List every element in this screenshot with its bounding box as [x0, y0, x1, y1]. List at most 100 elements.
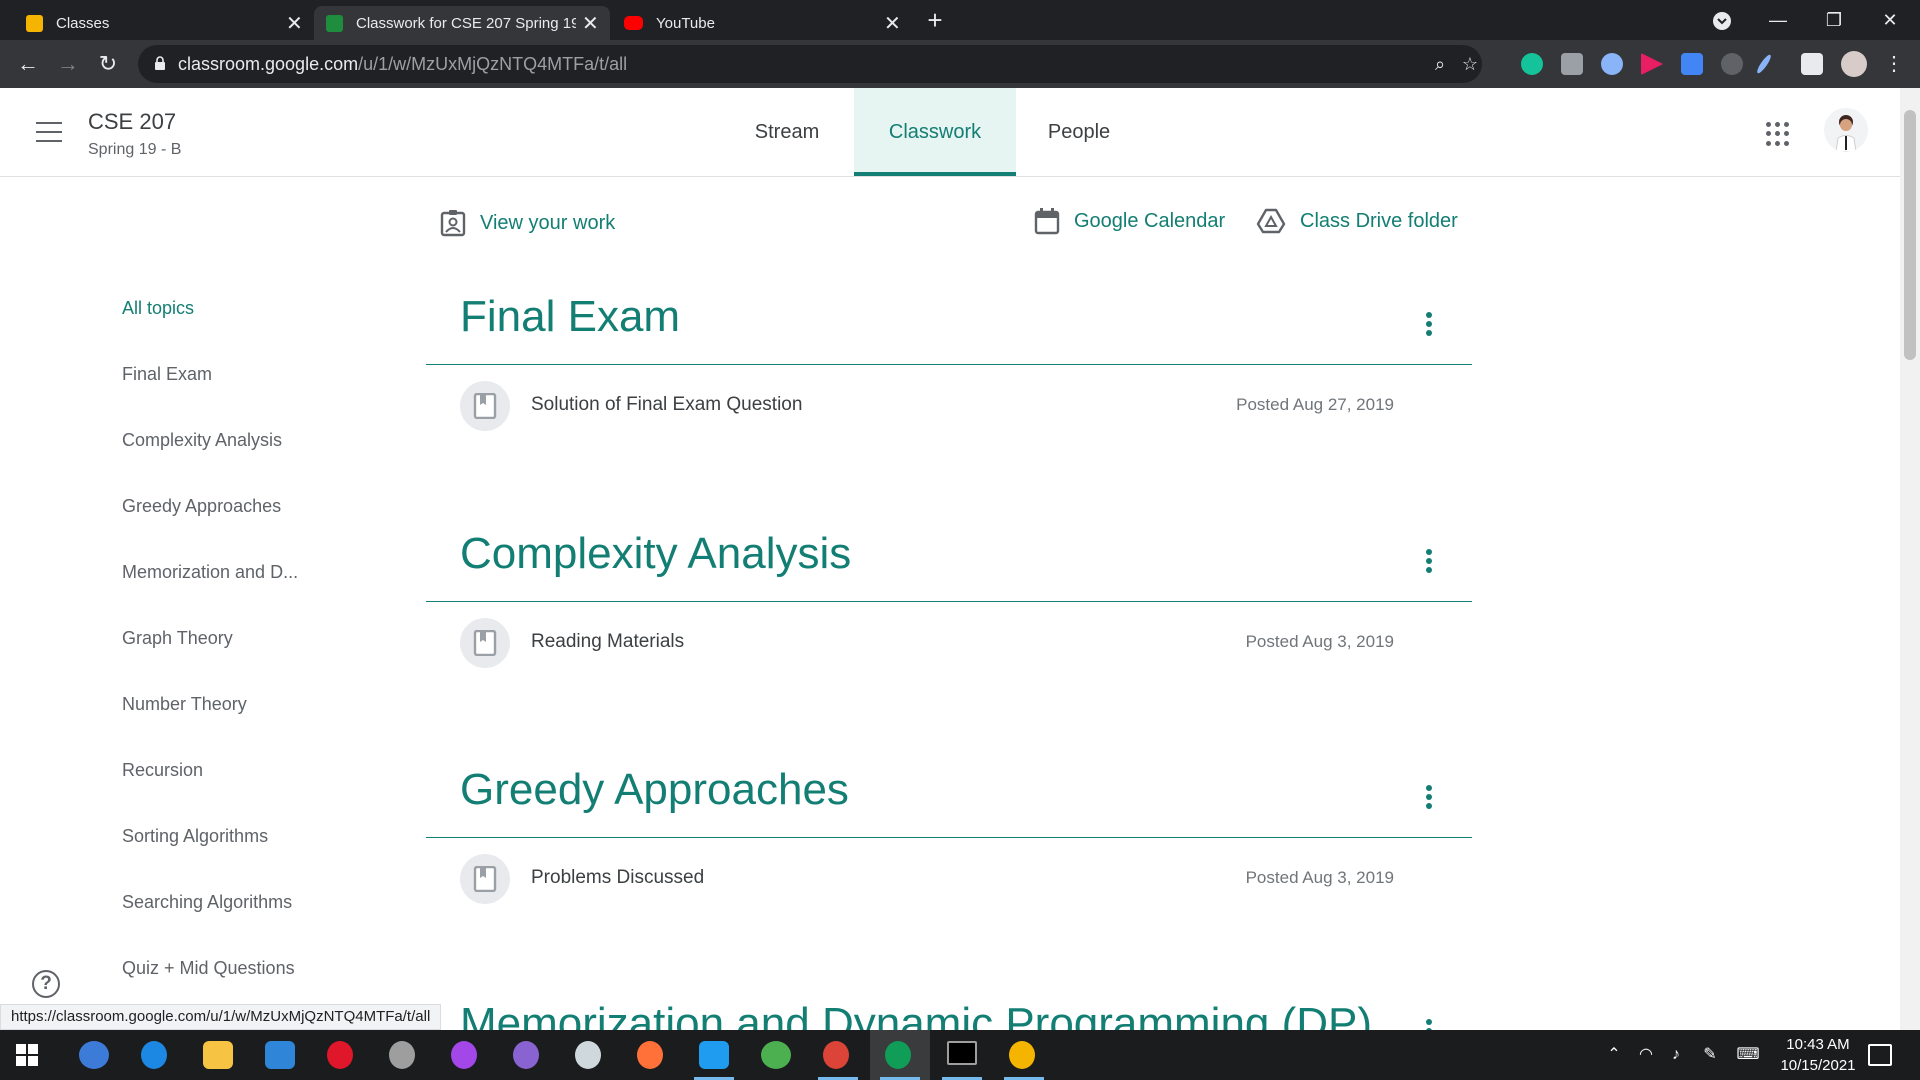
extension-icon[interactable] [1601, 53, 1623, 75]
grammarly-extension-icon[interactable] [1521, 53, 1543, 75]
scrollbar-thumb[interactable] [1904, 110, 1916, 360]
browser-toolbar: ← → ↻ classroom.google.com/u/1/w/MzUxMjQ… [0, 40, 1920, 88]
taskbar-app-vscode[interactable] [684, 1030, 744, 1080]
lock-icon [155, 56, 165, 70]
taskbar-app-edge[interactable] [126, 1030, 186, 1080]
topic-sidebar: All topics Final Exam Complexity Analysi… [122, 290, 362, 1016]
puzzle-extensions-icon[interactable] [1801, 53, 1823, 75]
sidebar-item-searching-algorithms[interactable]: Searching Algorithms [122, 884, 362, 950]
taskbar-app-chrome[interactable] [808, 1030, 868, 1080]
close-tab-icon[interactable]: ✕ [884, 11, 901, 36]
topic-title: Greedy Approaches [460, 765, 849, 814]
forward-icon[interactable]: → [56, 52, 80, 76]
address-bar[interactable]: classroom.google.com/u/1/w/MzUxMjQzNTQ4M… [138, 45, 1482, 83]
camera-extension-icon[interactable] [1561, 53, 1583, 75]
taskbar-app-paint[interactable] [560, 1030, 620, 1080]
topic-title: Memorization and Dynamic Programming (DP… [460, 999, 1373, 1030]
classwork-page: View your work Google Calendar Class Dri… [0, 88, 1900, 1030]
back-icon[interactable]: ← [16, 52, 40, 76]
wifi-icon[interactable]: ◠ [1632, 1030, 1660, 1080]
topic-more-options-icon[interactable] [1424, 1019, 1434, 1030]
notifications-icon[interactable] [1868, 1044, 1892, 1066]
material-item[interactable]: Solution of Final Exam Question Posted A… [426, 365, 1472, 445]
view-your-work-link[interactable]: View your work [440, 209, 615, 237]
windows-start-icon[interactable] [16, 1044, 38, 1066]
taskbar-app-satellite[interactable] [374, 1030, 434, 1080]
pen-icon[interactable]: ✎ [1696, 1030, 1724, 1080]
drive-icon [1256, 208, 1286, 234]
pen-extension-icon[interactable] [1755, 53, 1773, 75]
taskbar-app-mail[interactable] [250, 1030, 310, 1080]
messenger-icon [451, 1041, 477, 1069]
taskbar-clock[interactable]: 10:43 AM 10/15/2021 [1768, 1034, 1868, 1076]
sidebar-item-memorization[interactable]: Memorization and D... [122, 554, 362, 620]
taskbar-app-github[interactable] [498, 1030, 558, 1080]
class-drive-folder-label: Class Drive folder [1300, 209, 1458, 232]
browser-tab-classes[interactable]: Classes ✕ [14, 6, 314, 40]
browser-tab-strip: Classes ✕ Classwork for CSE 207 Spring 1… [0, 0, 1920, 40]
minimize-icon[interactable]: — [1750, 0, 1806, 40]
bookmark-star-icon[interactable]: ☆ [1460, 54, 1480, 74]
vscode-icon [699, 1041, 729, 1069]
taskbar-app-messenger[interactable] [436, 1030, 496, 1080]
download-extension-icon[interactable] [1681, 53, 1703, 75]
github-icon [513, 1041, 539, 1069]
clock-date: 10/15/2021 [1780, 1057, 1856, 1074]
opera-icon [327, 1041, 353, 1069]
zoom-icon[interactable]: ⌕ [1430, 54, 1450, 74]
taskbar-app-opera[interactable] [312, 1030, 372, 1080]
show-hidden-icons-icon[interactable]: ⌃ [1600, 1030, 1628, 1080]
tab-search-icon[interactable] [1694, 0, 1750, 40]
sidebar-item-all-topics[interactable]: All topics [122, 290, 362, 356]
youtube-favicon-icon [624, 16, 643, 30]
view-your-work-label: View your work [480, 211, 616, 234]
topic-title: Complexity Analysis [460, 529, 852, 578]
taskbar-app-globe[interactable] [746, 1030, 806, 1080]
taskbar-app-chrome-active[interactable] [870, 1030, 930, 1080]
play-extension-icon[interactable] [1641, 53, 1663, 75]
topic-more-options-icon[interactable] [1424, 312, 1434, 338]
browser-profile-avatar[interactable] [1841, 51, 1867, 77]
globe-icon [761, 1041, 791, 1069]
close-window-icon[interactable]: ✕ [1862, 0, 1918, 40]
google-calendar-link[interactable]: Google Calendar [1034, 207, 1225, 235]
material-title: Reading Materials [531, 631, 685, 652]
status-bar-url: https://classroom.google.com/u/1/w/MzUxM… [0, 1004, 442, 1030]
taskbar-app-firefox[interactable] [622, 1030, 682, 1080]
topic-more-options-icon[interactable] [1424, 549, 1434, 575]
browser-tab-classwork[interactable]: Classwork for CSE 207 Spring 19 ✕ [314, 6, 610, 40]
classroom-favicon-icon [26, 14, 43, 32]
help-icon[interactable]: ? [32, 970, 60, 998]
keyboard-icon[interactable]: ⌨ [1732, 1030, 1764, 1080]
taskbar-app-chrome-profile[interactable] [994, 1030, 1054, 1080]
material-item[interactable]: Reading Materials Posted Aug 3, 2019 [426, 602, 1472, 682]
reload-icon[interactable]: ↻ [96, 52, 120, 76]
sidebar-item-number-theory[interactable]: Number Theory [122, 686, 362, 752]
restore-icon[interactable]: ❐ [1806, 0, 1862, 40]
calendar-icon [1034, 208, 1060, 235]
sidebar-item-graph-theory[interactable]: Graph Theory [122, 620, 362, 686]
material-posted-date: Posted Aug 3, 2019 [1245, 868, 1394, 887]
page-scrollbar[interactable] [1900, 88, 1920, 1030]
material-item[interactable]: Problems Discussed Posted Aug 3, 2019 [426, 838, 1472, 918]
material-book-icon [460, 854, 510, 904]
clock-time: 10:43 AM [1786, 1036, 1850, 1053]
volume-icon[interactable]: ♪ [1662, 1030, 1690, 1080]
close-tab-icon[interactable]: ✕ [582, 11, 599, 36]
sidebar-item-sorting-algorithms[interactable]: Sorting Algorithms [122, 818, 362, 884]
taskbar-app-qbittorrent[interactable] [64, 1030, 124, 1080]
close-tab-icon[interactable]: ✕ [286, 11, 303, 36]
topic-more-options-icon[interactable] [1424, 785, 1434, 811]
taskbar-app-file-explorer[interactable] [188, 1030, 248, 1080]
sidebar-item-greedy-approaches[interactable]: Greedy Approaches [122, 488, 362, 554]
new-tab-icon[interactable]: + [924, 6, 946, 34]
screen-extension-icon[interactable] [1721, 53, 1743, 75]
sidebar-item-final-exam[interactable]: Final Exam [122, 356, 362, 422]
class-drive-folder-link[interactable]: Class Drive folder [1256, 207, 1458, 235]
sidebar-item-recursion[interactable]: Recursion [122, 752, 362, 818]
taskbar-app-terminal[interactable] [932, 1030, 992, 1080]
sidebar-item-complexity-analysis[interactable]: Complexity Analysis [122, 422, 362, 488]
google-calendar-label: Google Calendar [1074, 209, 1226, 232]
browser-menu-icon[interactable]: ⋮ [1882, 52, 1906, 76]
browser-tab-youtube[interactable]: YouTube ✕ [612, 6, 912, 40]
